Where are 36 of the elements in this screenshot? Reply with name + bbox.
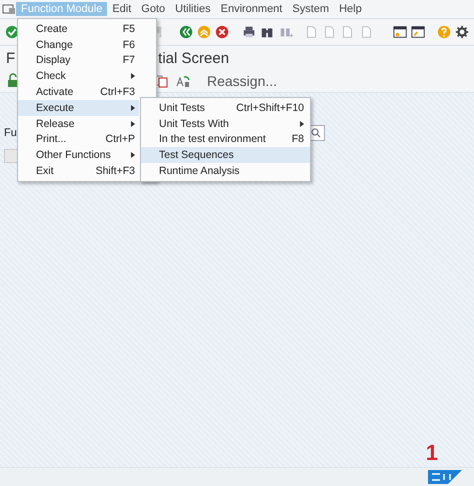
menu-item[interactable]: In the test environment F8 [141,132,310,148]
menu-item[interactable]: Print... Ctrl+P [18,132,139,148]
step-number: 1 [426,440,438,466]
window-icon[interactable] [393,24,408,40]
check-icon[interactable] [5,24,20,40]
screen-title: F [6,50,16,66]
menu-bar-item[interactable]: Environment [216,2,288,16]
menu-item[interactable]: Create F5 [18,21,139,37]
window-icon[interactable] [411,24,426,40]
logo-icon [428,470,462,484]
menu-item[interactable]: Check [18,68,139,84]
menu-bar-item[interactable]: Utilities [170,2,216,16]
rename-icon[interactable] [175,73,191,89]
menu-bar-item[interactable]: System [287,2,334,16]
menu-bar-item[interactable]: Goto [136,2,170,16]
menu-item[interactable]: Display F7 [18,52,139,68]
menu-item[interactable]: Unit Tests Ctrl+Shift+F10 [141,100,310,116]
menu-item[interactable]: Release [18,116,139,132]
menu-item[interactable]: Execute [18,100,139,116]
settings-icon[interactable] [454,24,470,40]
menu-item[interactable]: Unit Tests With [141,116,310,132]
menu-item[interactable]: Change F6 [18,36,139,53]
cancel-icon[interactable] [214,24,229,40]
reassign-button[interactable]: Reassign... [207,73,278,89]
back-icon[interactable] [178,24,193,40]
printer-icon[interactable] [242,24,256,40]
menu-bar-item[interactable]: Help [334,2,367,16]
menu-item[interactable]: Test Sequences [141,147,310,164]
menu-item[interactable]: Exit Shift+F3 [18,163,139,179]
menu-bar-item[interactable]: Edit [107,2,136,16]
screen-title: tial Screen [158,50,230,66]
menu-item[interactable]: Runtime Analysis [141,163,310,179]
field-label: Fu [4,127,17,139]
menu-item[interactable]: Other Functions [18,147,139,164]
menu-icon[interactable] [2,2,16,16]
menu-item[interactable]: Activate Ctrl+F3 [18,84,139,100]
